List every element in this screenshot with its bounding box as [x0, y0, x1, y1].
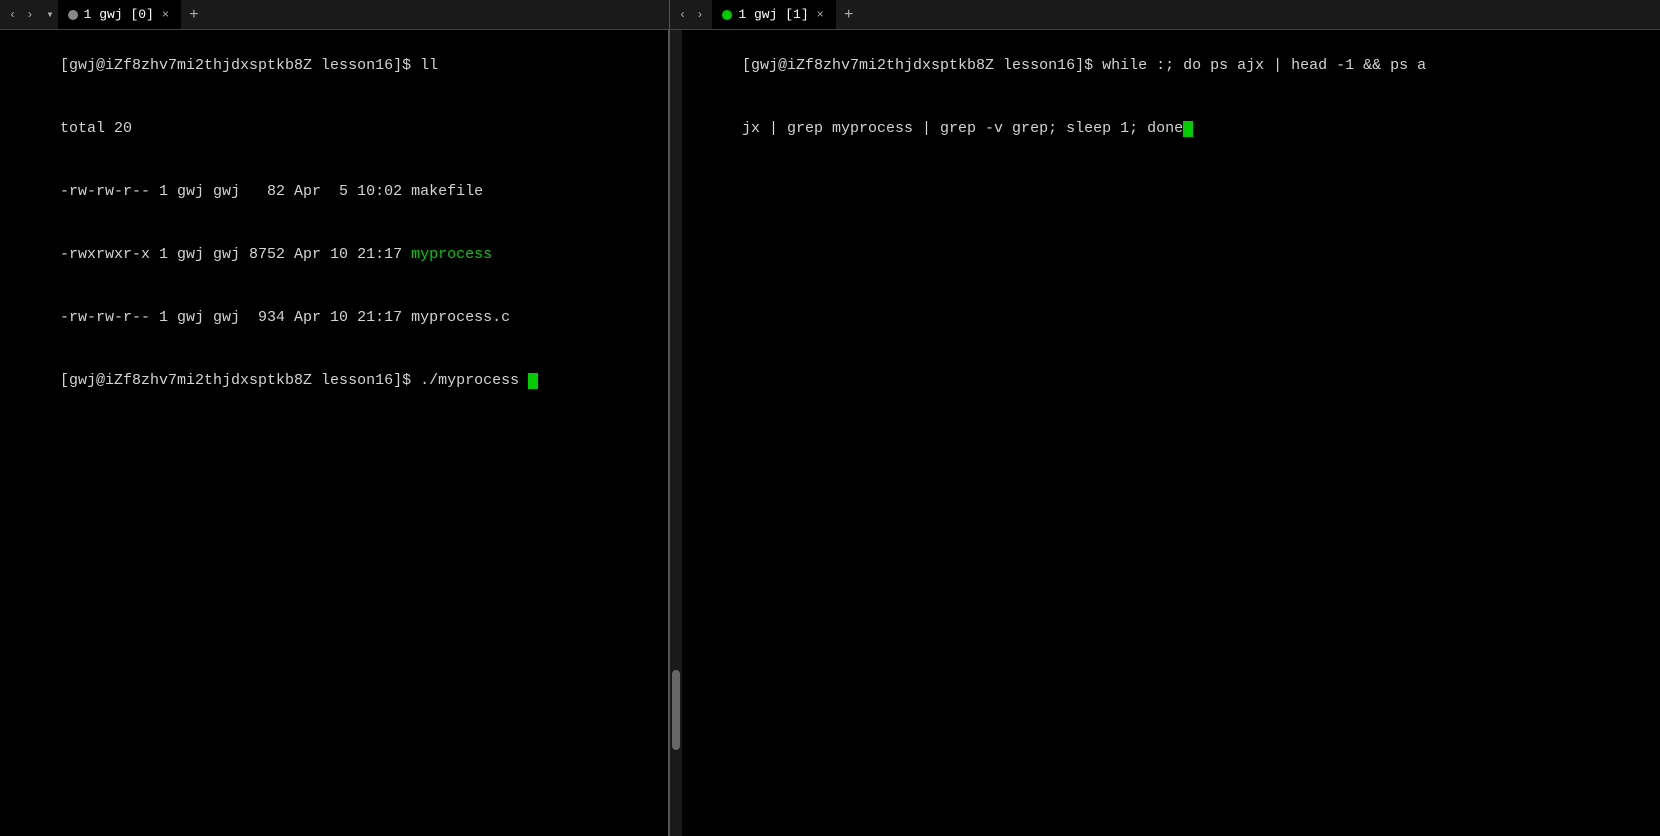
- right-tab-close[interactable]: ×: [815, 8, 826, 22]
- left-tab-active[interactable]: 1 gwj [0] ×: [58, 0, 181, 29]
- left-line-4: -rwxrwxr-x 1 gwj gwj 8752 Apr 10 21:17 m…: [6, 223, 662, 286]
- left-tab-label: 1 gwj [0]: [84, 7, 154, 22]
- right-nav-prev[interactable]: ‹: [676, 6, 689, 24]
- left-line-2: total 20: [6, 97, 662, 160]
- scrollbar-thumb[interactable]: [672, 670, 680, 750]
- left-cursor: [528, 373, 538, 389]
- right-tab-active[interactable]: 1 gwj [1] ×: [712, 0, 835, 29]
- right-nav-next[interactable]: ›: [693, 6, 706, 24]
- terminals-container: [gwj@iZf8zhv7mi2thjdxsptkb8Z lesson16]$ …: [0, 30, 1660, 836]
- right-terminal[interactable]: [gwj@iZf8zhv7mi2thjdxsptkb8Z lesson16]$ …: [682, 30, 1660, 836]
- right-tab-pane: ‹ › 1 gwj [1] × +: [670, 0, 1660, 29]
- tab-bar: ‹ › ▾ 1 gwj [0] × + ‹ › 1 gwj [1] × +: [0, 0, 1660, 30]
- divider-scrollbar[interactable]: [670, 30, 682, 836]
- right-tab-indicator: [722, 10, 732, 20]
- left-terminal[interactable]: [gwj@iZf8zhv7mi2thjdxsptkb8Z lesson16]$ …: [0, 30, 670, 836]
- left-nav-prev[interactable]: ‹: [6, 6, 19, 24]
- right-tab-label: 1 gwj [1]: [738, 7, 808, 22]
- right-line-2: jx | grep myprocess | grep -v grep; slee…: [688, 97, 1654, 160]
- left-line-1: [gwj@iZf8zhv7mi2thjdxsptkb8Z lesson16]$ …: [6, 34, 662, 97]
- left-nav-arrows: ‹ ›: [0, 6, 42, 24]
- right-nav-arrows: ‹ ›: [670, 6, 712, 24]
- left-line-3: -rw-rw-r-- 1 gwj gwj 82 Apr 5 10:02 make…: [6, 160, 662, 223]
- left-tab-add[interactable]: +: [181, 0, 207, 29]
- left-nav-next[interactable]: ›: [23, 6, 36, 24]
- left-line-6: [gwj@iZf8zhv7mi2thjdxsptkb8Z lesson16]$ …: [6, 349, 662, 412]
- right-cursor: [1183, 121, 1193, 137]
- left-tab-indicator: [68, 10, 78, 20]
- left-tab-close[interactable]: ×: [160, 8, 171, 22]
- left-line-5: -rw-rw-r-- 1 gwj gwj 934 Apr 10 21:17 my…: [6, 286, 662, 349]
- right-tab-add[interactable]: +: [836, 0, 862, 29]
- right-line-1: [gwj@iZf8zhv7mi2thjdxsptkb8Z lesson16]$ …: [688, 34, 1654, 97]
- left-tab-dropdown[interactable]: ▾: [42, 7, 57, 22]
- left-tab-pane: ‹ › ▾ 1 gwj [0] × +: [0, 0, 670, 29]
